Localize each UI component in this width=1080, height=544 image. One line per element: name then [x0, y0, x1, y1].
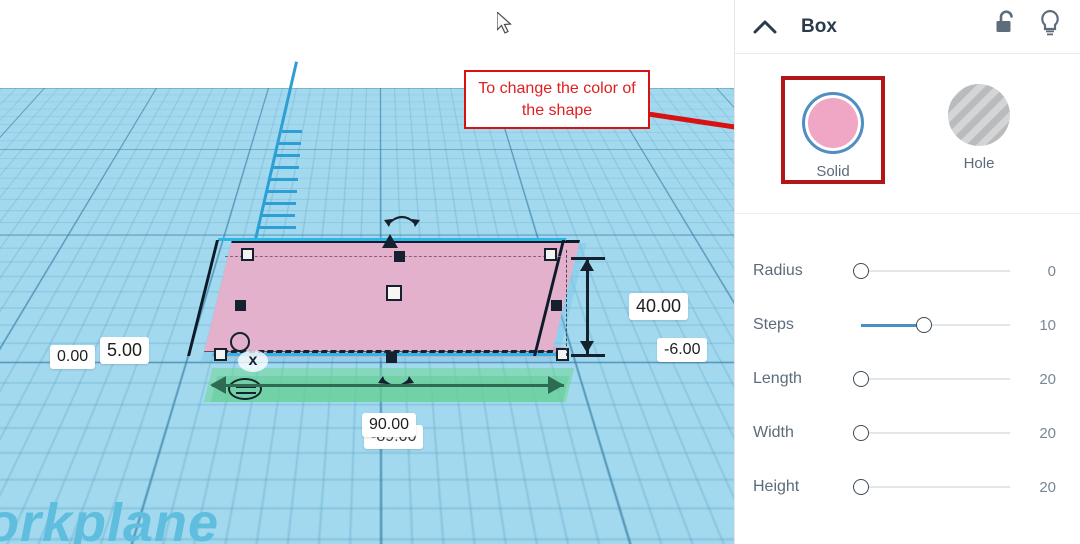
solid-circle-swatch — [802, 92, 864, 154]
height-handle-cone[interactable] — [382, 234, 398, 248]
unlocked-padlock-icon — [996, 10, 1013, 32]
resize-handle-edge[interactable] — [551, 300, 562, 311]
ruler-tool-icon[interactable] — [228, 378, 262, 400]
slider-height[interactable] — [853, 476, 1010, 498]
lock-toggle-button[interactable] — [994, 10, 1018, 43]
property-value-radius[interactable]: 0 — [1022, 263, 1056, 280]
vertical-ruler — [246, 61, 316, 258]
property-label-length: Length — [753, 370, 802, 387]
height-measure-arrow-down — [580, 341, 594, 353]
hole-hatched-swatch — [948, 84, 1010, 146]
property-value-width[interactable]: 20 — [1022, 425, 1056, 442]
slider-knob[interactable] — [853, 263, 869, 279]
resize-handle-corner[interactable] — [214, 348, 227, 361]
property-row-radius: Radius 0 — [735, 244, 1080, 298]
ruler-tick — [261, 214, 295, 217]
rotate-handle-circle[interactable] — [230, 332, 250, 352]
property-sliders: Radius 0 Steps 10 Length 20 Width 20 Hei… — [735, 214, 1080, 514]
annotation-arrow-icon — [648, 112, 734, 130]
property-row-height: Height 20 — [735, 460, 1080, 514]
mouse-cursor-icon — [497, 12, 512, 34]
swatch-hole[interactable]: Hole — [927, 76, 1031, 172]
slider-radius[interactable] — [853, 260, 1010, 282]
length-measure-arrow-left — [210, 376, 226, 394]
tinkercad-editor: orkplane x 0.00 5.00 40.00 -6.00 90.00 T… — [0, 0, 1080, 544]
ruler-tick — [273, 166, 299, 169]
move-handle-center[interactable] — [386, 285, 402, 301]
property-label-width: Width — [753, 424, 794, 441]
slider-track — [861, 270, 1010, 272]
property-value-length[interactable]: 20 — [1022, 371, 1056, 388]
panel-header: Box — [735, 0, 1080, 54]
ruler-spine — [250, 61, 298, 253]
rotate-arrow-top[interactable] — [384, 210, 420, 232]
rotate-arc-icon — [384, 215, 420, 227]
chevron-up-icon — [753, 20, 777, 33]
slider-fill — [861, 324, 924, 327]
workplane-watermark: orkplane — [0, 493, 220, 544]
slider-knob[interactable] — [853, 479, 869, 495]
length-measure-line — [212, 384, 564, 387]
height-measure-arrow-up — [580, 259, 594, 271]
swatch-hole-label: Hole — [963, 155, 995, 172]
resize-handle-corner[interactable] — [544, 248, 557, 261]
swatch-solid[interactable]: Solid — [781, 76, 885, 184]
3d-viewport[interactable]: orkplane x 0.00 5.00 40.00 -6.00 90.00 T… — [0, 0, 734, 544]
property-value-steps[interactable]: 10 — [1022, 317, 1056, 334]
property-row-steps: Steps 10 — [735, 298, 1080, 352]
panel-title: Box — [801, 15, 837, 37]
ruler-tick — [282, 130, 302, 133]
height-guide-dashed — [566, 250, 567, 356]
collapse-panel-button[interactable] — [753, 20, 787, 34]
axis-marker-x: x — [238, 350, 268, 372]
lightbulb-icon — [1041, 9, 1059, 36]
slider-track — [861, 486, 1010, 488]
slider-steps[interactable] — [861, 314, 1010, 336]
resize-handle-edge[interactable] — [235, 300, 246, 311]
slider-track — [861, 432, 1010, 434]
ruler-tick — [264, 202, 296, 205]
dimension-chip-x-origin[interactable]: 0.00 — [50, 345, 96, 369]
slider-length[interactable] — [853, 368, 1010, 390]
resize-handle-corner[interactable] — [556, 348, 569, 361]
property-row-width: Width 20 — [735, 406, 1080, 460]
property-label-radius: Radius — [753, 262, 803, 279]
property-label-steps: Steps — [753, 316, 794, 333]
resize-handle-edge[interactable] — [394, 251, 405, 262]
annotation-callout: To change the color of the shape — [464, 70, 650, 130]
dimension-chip-angle[interactable]: 90.00 — [362, 413, 417, 437]
ruler-tick — [267, 190, 297, 193]
resize-handle-corner[interactable] — [241, 248, 254, 261]
dimension-chip-x-offset[interactable]: 5.00 — [100, 337, 150, 364]
slider-width[interactable] — [853, 422, 1010, 444]
ruler-tick — [270, 178, 298, 181]
visibility-toggle-button[interactable] — [1038, 9, 1062, 44]
panel-header-icons — [994, 9, 1062, 44]
resize-handle-edge[interactable] — [386, 352, 397, 363]
property-value-height[interactable]: 20 — [1022, 479, 1056, 496]
property-row-length: Length 20 — [735, 352, 1080, 406]
height-measure-cap-bottom — [571, 354, 605, 357]
swatch-solid-label: Solid — [816, 163, 850, 180]
shape-properties-panel: Box Solid Hole Radius 0 Steps 10 Length … — [734, 0, 1080, 544]
length-measure-arrow-right — [548, 376, 564, 394]
slider-knob[interactable] — [853, 425, 869, 441]
slider-knob[interactable] — [915, 317, 932, 333]
height-measure-line — [586, 258, 589, 354]
ruler-tick — [276, 154, 300, 157]
shape-type-swatches: Solid Hole — [735, 54, 1080, 214]
dimension-chip-z-offset[interactable]: -6.00 — [657, 338, 708, 362]
ruler-tick — [279, 142, 301, 145]
slider-track — [861, 378, 1010, 380]
ruler-tick — [258, 226, 296, 229]
dimension-chip-height[interactable]: 40.00 — [629, 293, 689, 320]
property-label-height: Height — [753, 478, 800, 495]
box-midline-dashed — [224, 256, 562, 257]
slider-knob[interactable] — [853, 371, 869, 387]
